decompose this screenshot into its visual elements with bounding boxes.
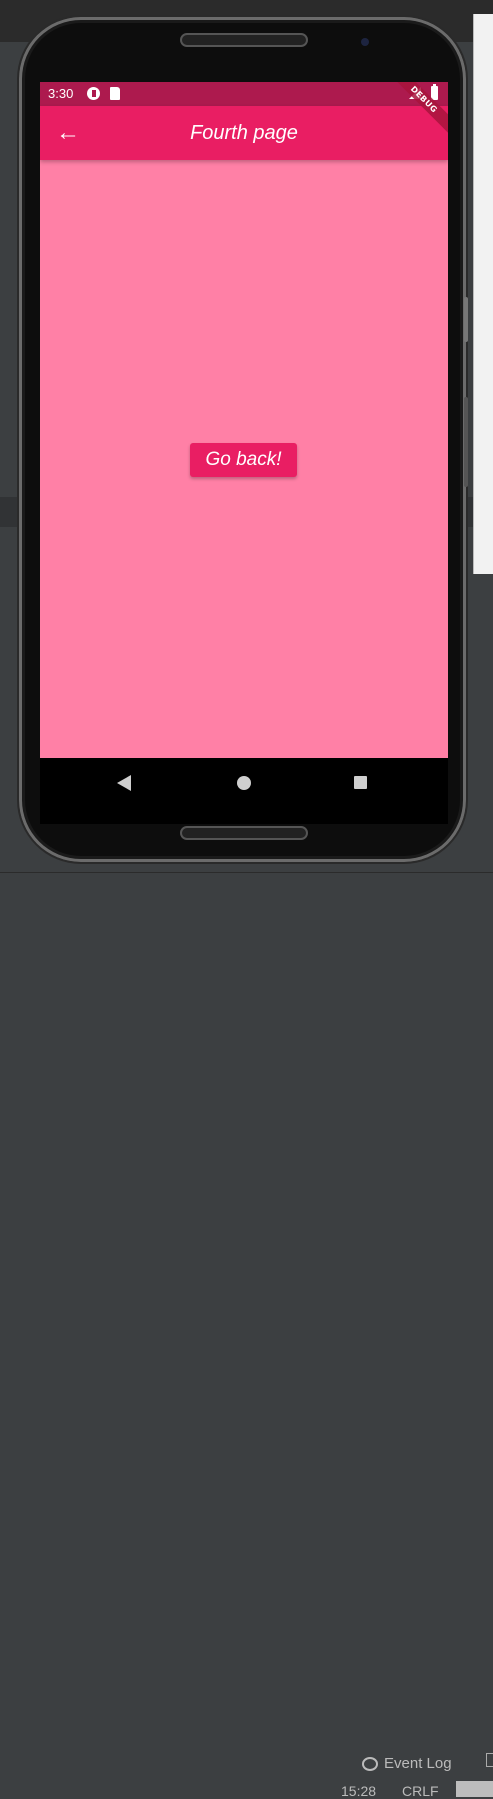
emulator-device-frame: 3:30 DEBUG Fourth page ← Go back! <box>19 17 468 862</box>
nav-recents-icon[interactable] <box>354 776 367 789</box>
encoding-indicator[interactable] <box>456 1781 493 1797</box>
nav-home-icon[interactable] <box>237 776 251 790</box>
earpiece-speaker <box>180 33 308 47</box>
cursor-position[interactable]: 15:28 <box>341 1783 376 1799</box>
ide-side-panel <box>473 14 493 574</box>
event-log-icon <box>362 1756 378 1771</box>
nav-back-icon[interactable] <box>117 775 131 791</box>
event-log-label: Event Log <box>384 1755 452 1772</box>
android-status-bar: 3:30 <box>40 82 448 106</box>
notification-icon <box>87 87 100 100</box>
line-separator[interactable]: CRLF <box>402 1783 439 1799</box>
power-button[interactable] <box>464 297 468 342</box>
event-log-button[interactable]: Event Log <box>362 1755 452 1772</box>
android-nav-bar <box>40 758 448 824</box>
status-time: 3:30 <box>48 86 74 101</box>
front-camera <box>361 38 369 46</box>
ide-status-bar: Event Log 15:28 CRLF <box>0 872 493 1799</box>
go-back-button[interactable]: Go back! <box>190 443 297 477</box>
device-screen: 3:30 DEBUG Fourth page ← Go back! <box>40 82 448 824</box>
page-title: Fourth page <box>190 122 298 144</box>
tool-window-icon[interactable] <box>486 1753 493 1767</box>
page-body: Go back! <box>40 160 448 758</box>
bottom-speaker <box>180 826 308 840</box>
volume-button[interactable] <box>464 397 468 487</box>
sd-card-icon <box>110 87 120 100</box>
back-arrow-icon[interactable]: ← <box>54 119 82 147</box>
app-bar: Fourth page ← <box>40 106 448 160</box>
